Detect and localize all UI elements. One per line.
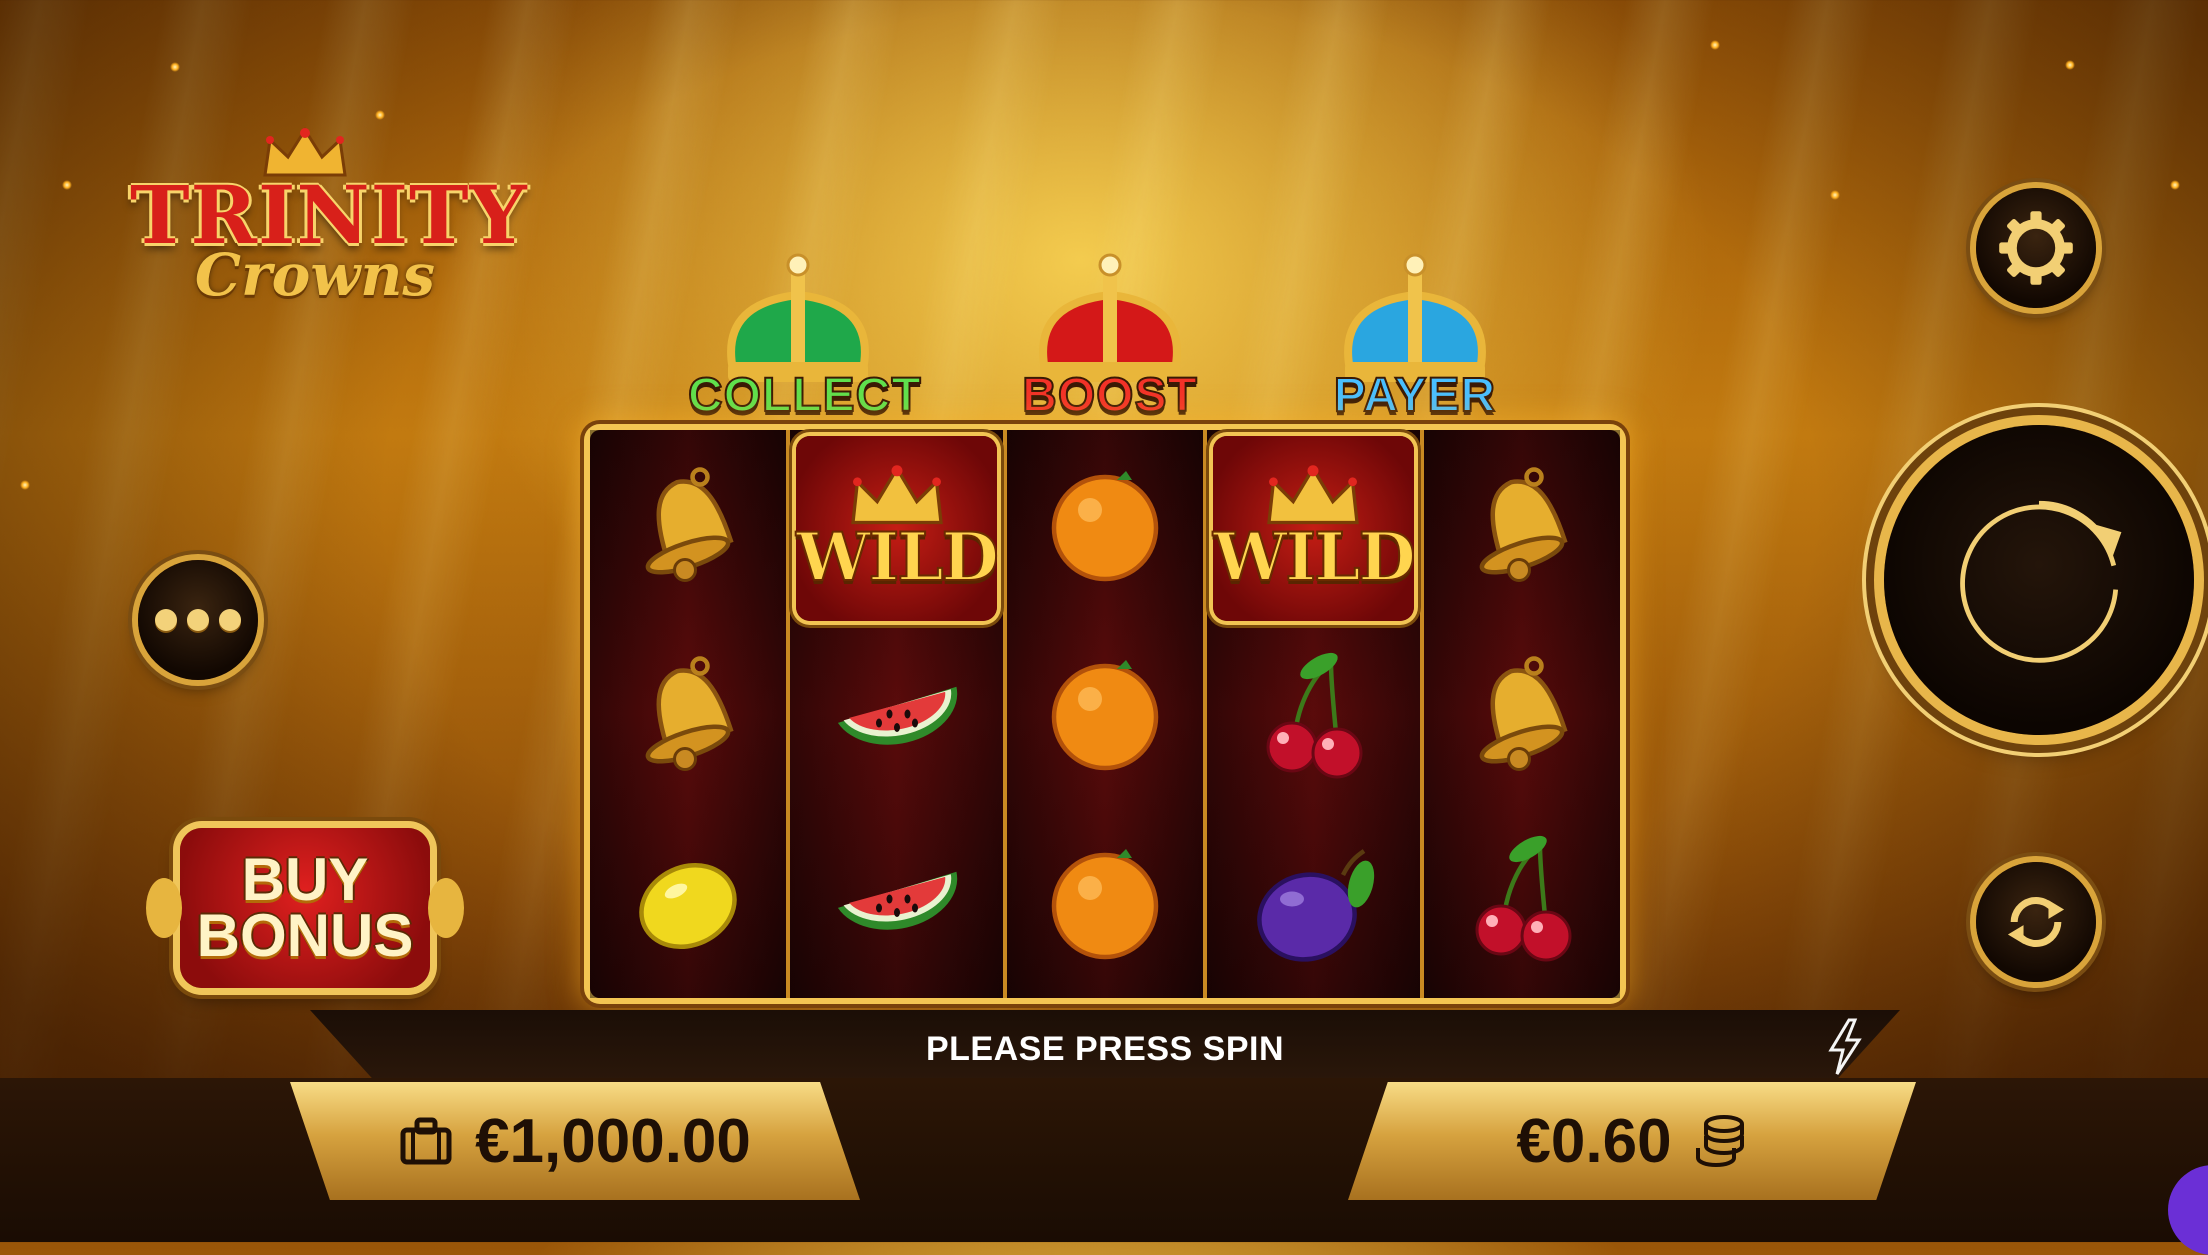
reel-4: WILD: [1207, 430, 1424, 998]
bell-icon: [1479, 656, 1568, 771]
cherries-icon: [1475, 836, 1572, 962]
plum-icon: [1257, 849, 1375, 962]
symbol-orange: [1007, 430, 1203, 619]
feature-boost: BOOST: [1000, 250, 1220, 425]
buy-bonus-ornament-right: [428, 878, 464, 938]
feature-payer: PAYER: [1305, 250, 1525, 425]
coins-icon: [1695, 1115, 1744, 1167]
bell-icon: [645, 466, 734, 582]
orange-icon: [1051, 470, 1159, 581]
symbol-orange: [1007, 619, 1203, 808]
symbol-bell: [1424, 619, 1620, 808]
wild-label: WILD: [1212, 517, 1417, 597]
symbol-watermelon: [790, 627, 1003, 812]
symbol-wild: WILD: [1212, 436, 1417, 622]
status-message: PLEASE PRESS SPIN: [925, 1030, 1285, 1068]
sparkle: [2170, 180, 2180, 190]
symbol-bell: [590, 619, 786, 808]
wallet-icon: [400, 1117, 452, 1165]
bell-icon: [645, 656, 734, 771]
symbol-cherries: [1424, 809, 1620, 998]
more-dots-icon: [155, 609, 241, 631]
reel-grid: WILD WILD: [590, 430, 1620, 998]
symbol-lemon: [590, 809, 786, 998]
buy-bonus-button[interactable]: BUY BONUS: [146, 828, 464, 988]
spin-arrow-icon: [1960, 500, 2122, 663]
settings-button[interactable]: [1976, 188, 2096, 308]
lemon-icon: [639, 863, 737, 950]
orange-icon: [1051, 659, 1159, 771]
wild-label: WILD: [795, 517, 1000, 597]
cherries-icon: [1266, 652, 1363, 779]
feature-label-boost: BOOST: [1021, 368, 1198, 423]
reel-2: WILD: [790, 430, 1007, 998]
sparkle: [62, 180, 72, 190]
feature-label-collect: COLLECT: [687, 368, 922, 423]
reel-3: [1006, 430, 1208, 998]
spin-button[interactable]: [1884, 425, 2194, 735]
symbol-cherries: [1207, 627, 1420, 812]
bet-panel[interactable]: €0.60: [1348, 1082, 1916, 1200]
gear-icon: [1999, 211, 2073, 285]
lightning-icon[interactable]: [1825, 1018, 1865, 1076]
reel-5: [1423, 430, 1620, 998]
symbol-plum: [1207, 813, 1420, 998]
watermelon-icon: [837, 686, 957, 745]
autoplay-icon: [2007, 896, 2065, 948]
game-logo: TRINITY Crowns: [130, 125, 527, 310]
message-bar: PLEASE PRESS SPIN: [310, 1010, 1900, 1080]
bet-value: €0.60: [1516, 1106, 1672, 1176]
orange-icon: [1051, 849, 1159, 960]
symbol-watermelon: [790, 813, 1003, 998]
logo-subtitle: Crowns: [194, 241, 436, 309]
sparkle: [2065, 60, 2075, 70]
sparkle: [20, 480, 30, 490]
buy-bonus-label-line2: BONUS: [196, 902, 414, 969]
sparkle: [170, 62, 180, 72]
watermelon-icon: [837, 872, 957, 931]
balance-value: €1,000.00: [475, 1106, 751, 1176]
symbol-bell: [1424, 430, 1620, 619]
feature-label-payer: PAYER: [1333, 368, 1497, 423]
buy-bonus-label-line1: BUY: [241, 846, 369, 913]
feature-collect: COLLECT: [687, 250, 922, 425]
sparkle: [375, 110, 385, 120]
symbol-wild: WILD: [795, 436, 1000, 622]
bell-icon: [1479, 466, 1568, 582]
sparkle: [1710, 40, 1720, 50]
balance-panel: €1,000.00: [290, 1082, 860, 1200]
buy-bonus-ornament-left: [146, 878, 182, 938]
reel-1: [590, 430, 791, 998]
menu-button[interactable]: [138, 560, 258, 680]
sparkle: [1830, 190, 1840, 200]
autoplay-button[interactable]: [1976, 862, 2096, 982]
symbol-bell: [590, 430, 786, 619]
symbol-orange: [1007, 809, 1203, 998]
